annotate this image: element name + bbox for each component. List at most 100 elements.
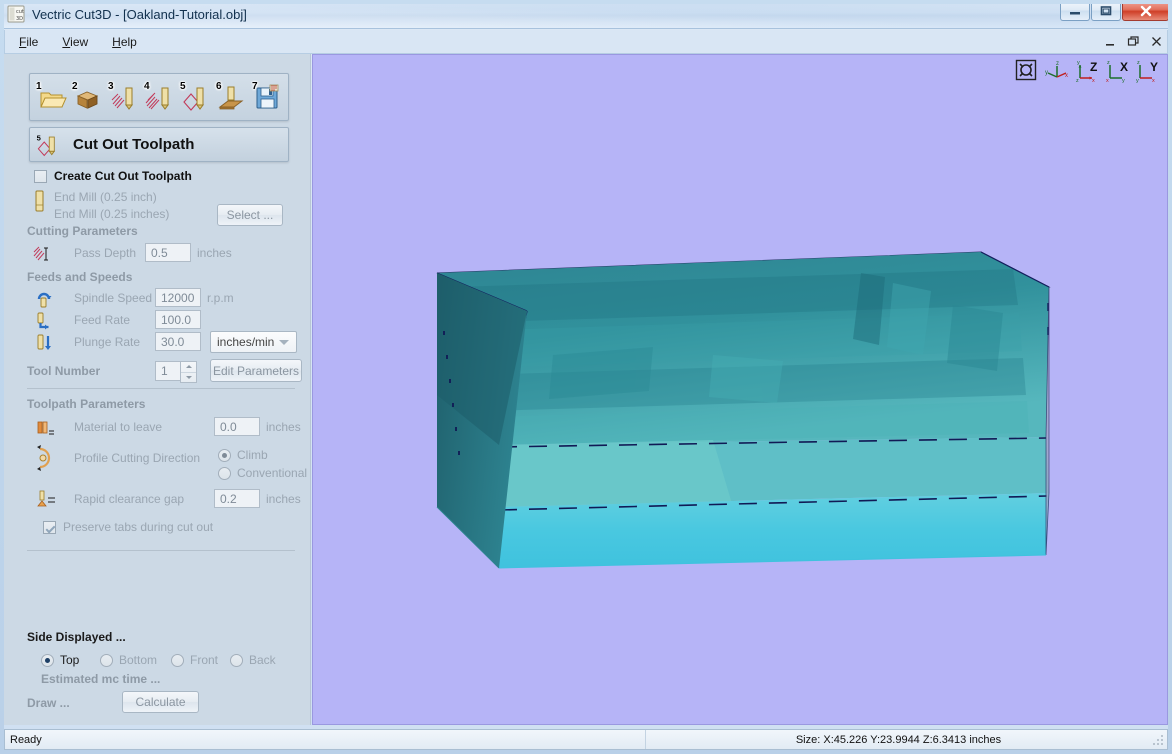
window-title: Vectric Cut3D - [Oakland-Tutorial.obj]: [32, 6, 247, 22]
spin-up-icon[interactable]: [181, 362, 196, 373]
bottom-radio[interactable]: [100, 653, 113, 667]
3d-model-render[interactable]: [313, 55, 1167, 724]
restore-button[interactable]: [1091, 1, 1121, 21]
step-4-finishing-toolpath-icon[interactable]: 4: [144, 81, 175, 113]
fit-to-view-icon[interactable]: [1015, 59, 1039, 83]
x-view-icon[interactable]: z x y X: [1105, 59, 1129, 84]
step-5-cut-out-toolpath-icon[interactable]: 5: [180, 81, 211, 113]
divider-2: [27, 550, 295, 551]
menu-view-rest: iew: [70, 34, 89, 49]
climb-radio[interactable]: [218, 448, 231, 462]
rapid-clearance-icon: [36, 490, 58, 515]
top-label: Top: [60, 653, 80, 667]
end-mill-icon: [33, 189, 47, 220]
back-radio[interactable]: [230, 653, 243, 667]
preserve-tabs-checkbox[interactable]: [43, 520, 56, 534]
material-to-leave-input[interactable]: 0.0: [214, 417, 260, 436]
create-toolpath-checkbox[interactable]: [34, 169, 47, 183]
calculate-button[interactable]: Calculate: [122, 691, 199, 713]
svg-text:Z: Z: [1090, 60, 1097, 74]
rapid-clearance-gap-units: inches: [266, 492, 301, 506]
svg-text:Y: Y: [1150, 60, 1158, 74]
svg-text:y: y: [1136, 78, 1139, 83]
title-bar: cut 3D Vectric Cut3D - [Oakland-Tutorial…: [0, 0, 1172, 29]
3d-viewport[interactable]: z y x y z x Z z x y X z y x Y: [312, 54, 1168, 725]
bottom-label: Bottom: [119, 653, 158, 667]
create-toolpath-row[interactable]: Create Cut Out Toolpath: [34, 166, 192, 186]
back-label: Back: [249, 653, 276, 667]
side-option-bottom[interactable]: Bottom: [100, 653, 157, 667]
side-option-back[interactable]: Back: [230, 653, 276, 667]
svg-text:x: x: [1106, 78, 1109, 83]
profile-cutting-direction-label: Profile Cutting Direction: [74, 451, 201, 465]
step-3-roughing-toolpath-icon[interactable]: 3: [108, 80, 139, 113]
side-displayed-heading: Side Displayed ...: [27, 630, 126, 644]
tool-number-spin-buttons[interactable]: [180, 361, 197, 383]
menu-file-rest: ile: [26, 34, 39, 49]
step-3-number: 3: [108, 80, 114, 92]
feeds-and-speeds-heading: Feeds and Speeds: [27, 270, 133, 284]
svg-text:3D: 3D: [16, 16, 23, 22]
side-option-front[interactable]: Front: [171, 653, 218, 667]
menu-item-file[interactable]: File: [9, 32, 48, 52]
feed-rate-input[interactable]: 100.0: [155, 310, 201, 329]
svg-text:cut: cut: [16, 9, 24, 15]
rate-units-select[interactable]: inches/min: [210, 331, 297, 353]
estimated-mc-time-label: Estimated mc time ...: [41, 672, 161, 686]
section-header: 5 Cut Out Toolpath: [29, 127, 289, 162]
plunge-rate-icon: [36, 334, 54, 357]
spindle-speed-icon: [36, 290, 52, 313]
step-2-box-material-icon[interactable]: 2: [72, 81, 103, 113]
step-toolbar: 1 2 3 4 5 6 7: [29, 73, 289, 121]
step-7-save-toolpath-icon[interactable]: 7: [252, 80, 283, 113]
step-6-number: 6: [216, 80, 222, 92]
left-tool-panel: 1 2 3 4 5 6 7 5 Cut Out Toolpath Create …: [4, 54, 311, 725]
step-7-number: 7: [252, 80, 258, 92]
climb-label: Climb: [237, 448, 268, 462]
rapid-clearance-gap-input[interactable]: 0.2: [214, 489, 260, 508]
spindle-speed-input[interactable]: 12000: [155, 288, 201, 307]
step-1-open-folder-icon[interactable]: 1: [36, 81, 67, 113]
pass-depth-input[interactable]: 0.5: [145, 243, 191, 262]
preserve-tabs-label: Preserve tabs during cut out: [63, 520, 214, 534]
cutting-direction-conventional-option[interactable]: Conventional: [218, 466, 307, 480]
menu-item-help[interactable]: Help: [102, 32, 147, 52]
view-control-icons: z y x y z x Z z x y X z y x Y: [1015, 59, 1159, 84]
cutting-parameters-heading: Cutting Parameters: [27, 224, 138, 238]
cutting-direction-climb-option[interactable]: Climb: [218, 448, 268, 462]
isometric-view-icon[interactable]: z y x: [1045, 59, 1069, 83]
rate-units-value: inches/min: [217, 335, 275, 349]
front-label: Front: [190, 653, 219, 667]
menu-item-view[interactable]: View: [52, 32, 98, 52]
toolpath-parameters-heading: Toolpath Parameters: [27, 397, 146, 411]
side-option-top[interactable]: Top: [41, 653, 79, 667]
mdi-restore-button[interactable]: [1127, 35, 1140, 50]
tool-number-stepper[interactable]: 1: [155, 361, 197, 383]
mdi-minimize-button[interactable]: [1104, 35, 1117, 50]
svg-text:z: z: [1107, 60, 1110, 66]
status-bar: Ready Size: X:45.226 Y:23.9944 Z:6.3413 …: [4, 729, 1168, 750]
plunge-rate-input[interactable]: 30.0: [155, 332, 201, 351]
svg-text:z: z: [1137, 60, 1140, 66]
conventional-radio[interactable]: [218, 466, 231, 480]
material-to-leave-units: inches: [266, 420, 301, 434]
y-view-icon[interactable]: z y x Y: [1135, 59, 1159, 84]
application-window: cut 3D Vectric Cut3D - [Oakland-Tutorial…: [0, 0, 1172, 754]
svg-text:z: z: [1056, 61, 1059, 67]
minimize-button[interactable]: [1060, 1, 1090, 21]
spin-down-icon[interactable]: [181, 373, 196, 383]
edit-parameters-button[interactable]: Edit Parameters: [210, 359, 302, 382]
select-tool-button[interactable]: Select ...: [217, 204, 283, 226]
close-button[interactable]: [1122, 1, 1169, 21]
resize-grip-icon[interactable]: [1151, 733, 1165, 747]
material-to-leave-icon: [36, 419, 56, 442]
z-view-icon[interactable]: y z x Z: [1075, 59, 1099, 84]
mdi-close-button[interactable]: [1150, 35, 1163, 50]
material-to-leave-label: Material to leave: [74, 420, 163, 434]
pass-depth-label: Pass Depth: [74, 246, 137, 260]
top-radio[interactable]: [41, 653, 54, 667]
status-size-info: Size: X:45.226 Y:23.9944 Z:6.3413 inches: [795, 733, 1002, 746]
step-6-preview-toolpath-icon[interactable]: 6: [216, 80, 247, 113]
preserve-tabs-row[interactable]: Preserve tabs during cut out: [43, 517, 213, 537]
front-radio[interactable]: [171, 653, 184, 667]
